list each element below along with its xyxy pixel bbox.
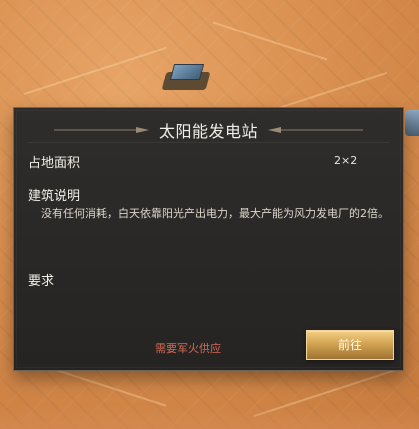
ornament-right-graphic <box>268 127 363 133</box>
description-label: 建筑说明 <box>28 189 81 204</box>
solar-panel <box>169 64 205 80</box>
description-text: 没有任何消耗，白天依靠阳光产出电力，最大产能为风力发电厂的2倍。 <box>41 207 389 220</box>
requirement-label: 要求 <box>28 274 55 289</box>
terrain-bottom <box>0 405 419 429</box>
go-button[interactable]: 前往 <box>306 330 394 360</box>
terrain-line <box>212 21 328 61</box>
map-building-edge <box>405 110 419 136</box>
area-label: 占地面积 <box>28 156 81 171</box>
building-info-dialog: 太阳能发电站 占地面积 2×2 建筑说明 没有任何消耗，白天依靠阳光产出电力，最… <box>13 107 404 371</box>
game-scene: 太阳能发电站 占地面积 2×2 建筑说明 没有任何消耗，白天依靠阳光产出电力，最… <box>0 0 419 429</box>
supply-requirement-note: 需要军火供应 <box>155 342 221 355</box>
title-divider <box>28 142 389 143</box>
area-value: 2×2 <box>334 154 358 167</box>
solar-building[interactable] <box>161 62 211 92</box>
terrain-line <box>23 46 167 96</box>
title-ornament-right-icon <box>268 126 363 134</box>
